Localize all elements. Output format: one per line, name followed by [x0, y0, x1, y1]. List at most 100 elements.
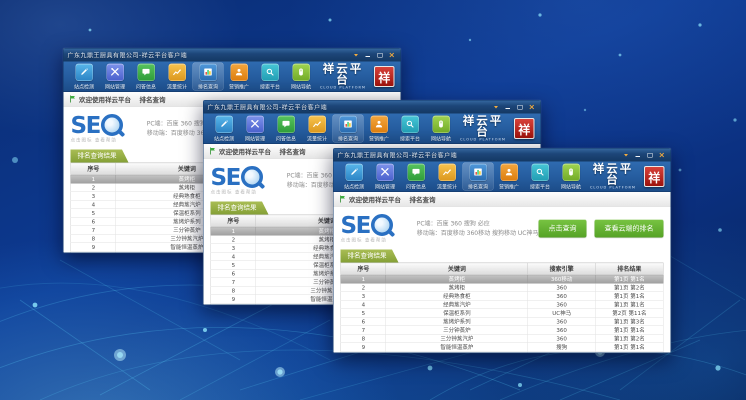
toolbar-item-mouse[interactable]: 网站导航: [426, 115, 457, 143]
toolbar-item-message[interactable]: 问答信息: [271, 115, 302, 143]
toolbar-item-traffic-chart[interactable]: 流量统计: [432, 163, 463, 191]
table-cell: 5: [211, 261, 256, 270]
column-header: 序号: [211, 215, 256, 227]
table-cell: 搜狗: [528, 343, 596, 352]
table-row[interactable]: 6蒸烤炉系列360第1页 第3名: [341, 317, 664, 326]
window-titlebar[interactable]: 广东九鼎王厨具有限公司-祥云平台客户端: [204, 101, 541, 114]
toolbar-item-site-check[interactable]: 站点检测: [209, 115, 240, 143]
table-cell: 1: [341, 275, 386, 284]
toolbar-item-promotion[interactable]: 营销推广: [494, 163, 525, 191]
toolbar-item-label: 流量统计: [437, 182, 457, 190]
engine-info-pc: PC端：百度 360 搜狗 必应: [417, 219, 539, 229]
table-cell: 第1页 第1名: [596, 343, 664, 352]
toolbar-item-mouse[interactable]: 网站导航: [556, 163, 587, 191]
minimize-icon[interactable]: [635, 152, 642, 158]
table-row[interactable]: 8三分钟蒸汽炉360第1页 第2名: [341, 334, 664, 343]
skin-icon[interactable]: [493, 104, 500, 110]
site-manage-icon: [106, 63, 124, 81]
toolbar-item-site-manage[interactable]: 网站管理: [370, 163, 401, 191]
toolbar-item-traffic-chart[interactable]: 流量统计: [162, 63, 193, 91]
toolbar-item-site-manage[interactable]: 网站管理: [100, 63, 131, 91]
minimize-icon[interactable]: [505, 104, 512, 110]
maximize-icon[interactable]: [647, 152, 654, 158]
table-cell: 10: [211, 303, 256, 305]
window-title: 广东九鼎王厨具有限公司-祥云平台客户端: [208, 103, 493, 112]
toolbar-item-label: 搜索平台: [400, 134, 420, 142]
toolbar-item-mouse[interactable]: 网站导航: [286, 63, 317, 91]
toolbar-item-site-manage[interactable]: 网站管理: [240, 115, 271, 143]
brand-name: 祥云平台: [457, 116, 510, 138]
toolbar-item-site-check[interactable]: 站点检测: [339, 163, 370, 191]
cloud-rank-button[interactable]: 查看云端的排名: [595, 220, 664, 238]
tab-rank-results[interactable]: 排名查询结果: [341, 250, 399, 263]
toolbar-item-message[interactable]: 问答信息: [401, 163, 432, 191]
seo-logo-text: SE: [341, 214, 370, 236]
table-cell: 第1页 第1名: [596, 351, 664, 353]
toolbar-item-site-check[interactable]: 站点检测: [69, 63, 100, 91]
table-row[interactable]: 1蒸烤柜360移动第1页 第1名: [341, 275, 664, 284]
seo-caption: 点击图标 查看帮助: [211, 189, 284, 196]
table-cell: 2: [341, 283, 386, 292]
tab-rank-results[interactable]: 排名查询结果: [211, 202, 269, 215]
toolbar-item-label: 流量统计: [167, 82, 187, 90]
table-row[interactable]: 4经典蒸汽炉360第1页 第1名: [341, 300, 664, 309]
table-cell: 第2页 第11名: [596, 309, 664, 318]
toolbar-item-label: 营销推广: [369, 134, 389, 142]
tab-rank-results[interactable]: 排名查询结果: [71, 150, 129, 163]
toolbar-item-label: 排名查询: [198, 82, 218, 90]
toolbar-item-search-platform[interactable]: 搜索平台: [395, 115, 426, 143]
toolbar-item-traffic-chart[interactable]: 流量统计: [302, 115, 333, 143]
table-cell: 3: [341, 292, 386, 301]
toolbar-item-promotion[interactable]: 营销推广: [364, 115, 395, 143]
table-row[interactable]: 5保温柜系列UC神马第2页 第11名: [341, 309, 664, 318]
site-check-icon: [75, 63, 93, 81]
engine-info-mobile: 移动端：百度移动 360移动 搜狗移动 UC神马: [417, 229, 539, 239]
close-icon[interactable]: [529, 104, 536, 110]
magnifier-icon: [101, 114, 123, 136]
table-cell: UC神马: [528, 309, 596, 318]
toolbar-item-rank-chart[interactable]: 排名查询: [463, 163, 494, 191]
skin-icon[interactable]: [623, 152, 630, 158]
rank-chart-icon: [339, 115, 357, 133]
toolbar-item-label: 排名查询: [468, 182, 488, 190]
table-header-row: 序号关键词搜索引擎排名结果: [341, 263, 664, 275]
table-cell: 7: [71, 226, 116, 235]
seo-caption: 点击图标 查看帮助: [71, 137, 144, 144]
breadcrumb-welcome: 欢迎使用祥云平台: [349, 194, 401, 204]
table-cell: 第1页 第1名: [596, 300, 664, 309]
window-titlebar[interactable]: 广东九鼎王厨具有限公司-祥云平台客户端: [64, 49, 401, 62]
message-icon: [137, 63, 155, 81]
table-cell: 6: [71, 217, 116, 226]
toolbar-item-rank-chart[interactable]: 排名查询: [333, 115, 364, 143]
table-row[interactable]: 10智能恒温蒸炉360第1页 第1名: [341, 351, 664, 353]
maximize-icon[interactable]: [517, 104, 524, 110]
flag-icon: [340, 196, 346, 203]
toolbar-item-promotion[interactable]: 营销推广: [224, 63, 255, 91]
minimize-icon[interactable]: [365, 52, 372, 58]
toolbar-item-rank-chart[interactable]: 排名查询: [193, 63, 224, 91]
toolbar-item-label: 站点检测: [214, 134, 234, 142]
close-icon[interactable]: [389, 52, 396, 58]
toolbar-item-label: 搜索平台: [260, 82, 280, 90]
table-cell: 三分钟蒸炉: [386, 326, 528, 335]
table-row[interactable]: 3经典熟食柜360第1页 第1名: [341, 292, 664, 301]
query-button[interactable]: 点击查询: [539, 220, 587, 238]
close-icon[interactable]: [659, 152, 666, 158]
table-row[interactable]: 9智能恒温蒸炉搜狗第1页 第1名: [341, 343, 664, 352]
window-content: SE 点击图标 查看帮助 PC端：百度 360 搜狗 必应 移动端：百度移动 3…: [334, 207, 671, 354]
seo-logo: SE 点击图标 查看帮助: [341, 214, 414, 243]
engine-info: PC端：百度 360 搜狗 必应 移动端：百度移动 360移动 搜狗移动 UC神…: [417, 219, 539, 238]
maximize-icon[interactable]: [377, 52, 384, 58]
seo-caption: 点击图标 查看帮助: [341, 237, 414, 244]
brand-subtitle: CLOUD PLATFORM: [457, 138, 510, 142]
main-toolbar: 站点检测 网站管理 问答信息 流量统计 排名查询 营销推广 搜索平台 网站导航 …: [334, 162, 671, 193]
toolbar-item-search-platform[interactable]: 搜索平台: [525, 163, 556, 191]
table-row[interactable]: 7三分钟蒸炉360第1页 第1名: [341, 326, 664, 335]
toolbar-item-search-platform[interactable]: 搜索平台: [255, 63, 286, 91]
table-row[interactable]: 2蒸烤柜360第1页 第2名: [341, 283, 664, 292]
window-titlebar[interactable]: 广东九鼎王厨具有限公司-祥云平台客户端: [334, 149, 671, 162]
skin-icon[interactable]: [353, 52, 360, 58]
toolbar-item-message[interactable]: 问答信息: [131, 63, 162, 91]
toolbar-item-label: 网站导航: [291, 82, 311, 90]
table-cell: 蒸烤柜: [386, 283, 528, 292]
